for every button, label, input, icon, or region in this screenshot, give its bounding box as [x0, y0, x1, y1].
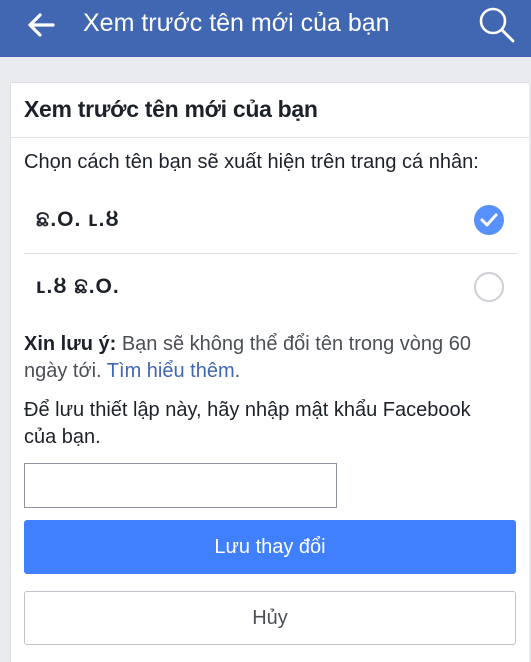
- notice-period: .: [234, 360, 241, 382]
- notice-bold-label: Xin lưu ý:: [24, 333, 117, 355]
- arrow-left-icon[interactable]: [26, 10, 56, 40]
- radio-checked-icon[interactable]: [474, 205, 504, 235]
- name-preview-card: Xem trước tên mới của bạn Chọn cách tên …: [10, 82, 529, 662]
- save-changes-button[interactable]: Lưu thay đổi: [24, 520, 516, 574]
- cancel-button[interactable]: Hủy: [24, 591, 516, 645]
- name-option-label: ʟ.ȣ ଛ.O.: [36, 275, 120, 298]
- name-option-1[interactable]: ଛ.O. ʟ.ȣ: [24, 187, 517, 254]
- name-option-2[interactable]: ʟ.ȣ ଛ.O.: [24, 254, 517, 320]
- radio-unchecked-icon[interactable]: [474, 272, 504, 302]
- top-bar: Xem trước tên mới của bạn: [0, 0, 531, 57]
- password-input[interactable]: [24, 463, 337, 508]
- name-change-notice: Xin lưu ý: Bạn sẽ không thể đổi tên tron…: [24, 331, 504, 385]
- search-icon[interactable]: [476, 4, 516, 44]
- card-title: Xem trước tên mới của bạn: [24, 96, 318, 122]
- learn-more-link[interactable]: Tìm hiểu thêm: [107, 360, 235, 382]
- password-prompt: Để lưu thiết lập này, hãy nhập mật khẩu …: [24, 399, 471, 448]
- top-bar-title: Xem trước tên mới của bạn: [83, 9, 390, 37]
- choose-name-prompt: Chọn cách tên bạn sẽ xuất hiện trên tran…: [24, 151, 479, 173]
- name-option-label: ଛ.O. ʟ.ȣ: [36, 208, 120, 231]
- card-header: Xem trước tên mới của bạn: [11, 83, 529, 138]
